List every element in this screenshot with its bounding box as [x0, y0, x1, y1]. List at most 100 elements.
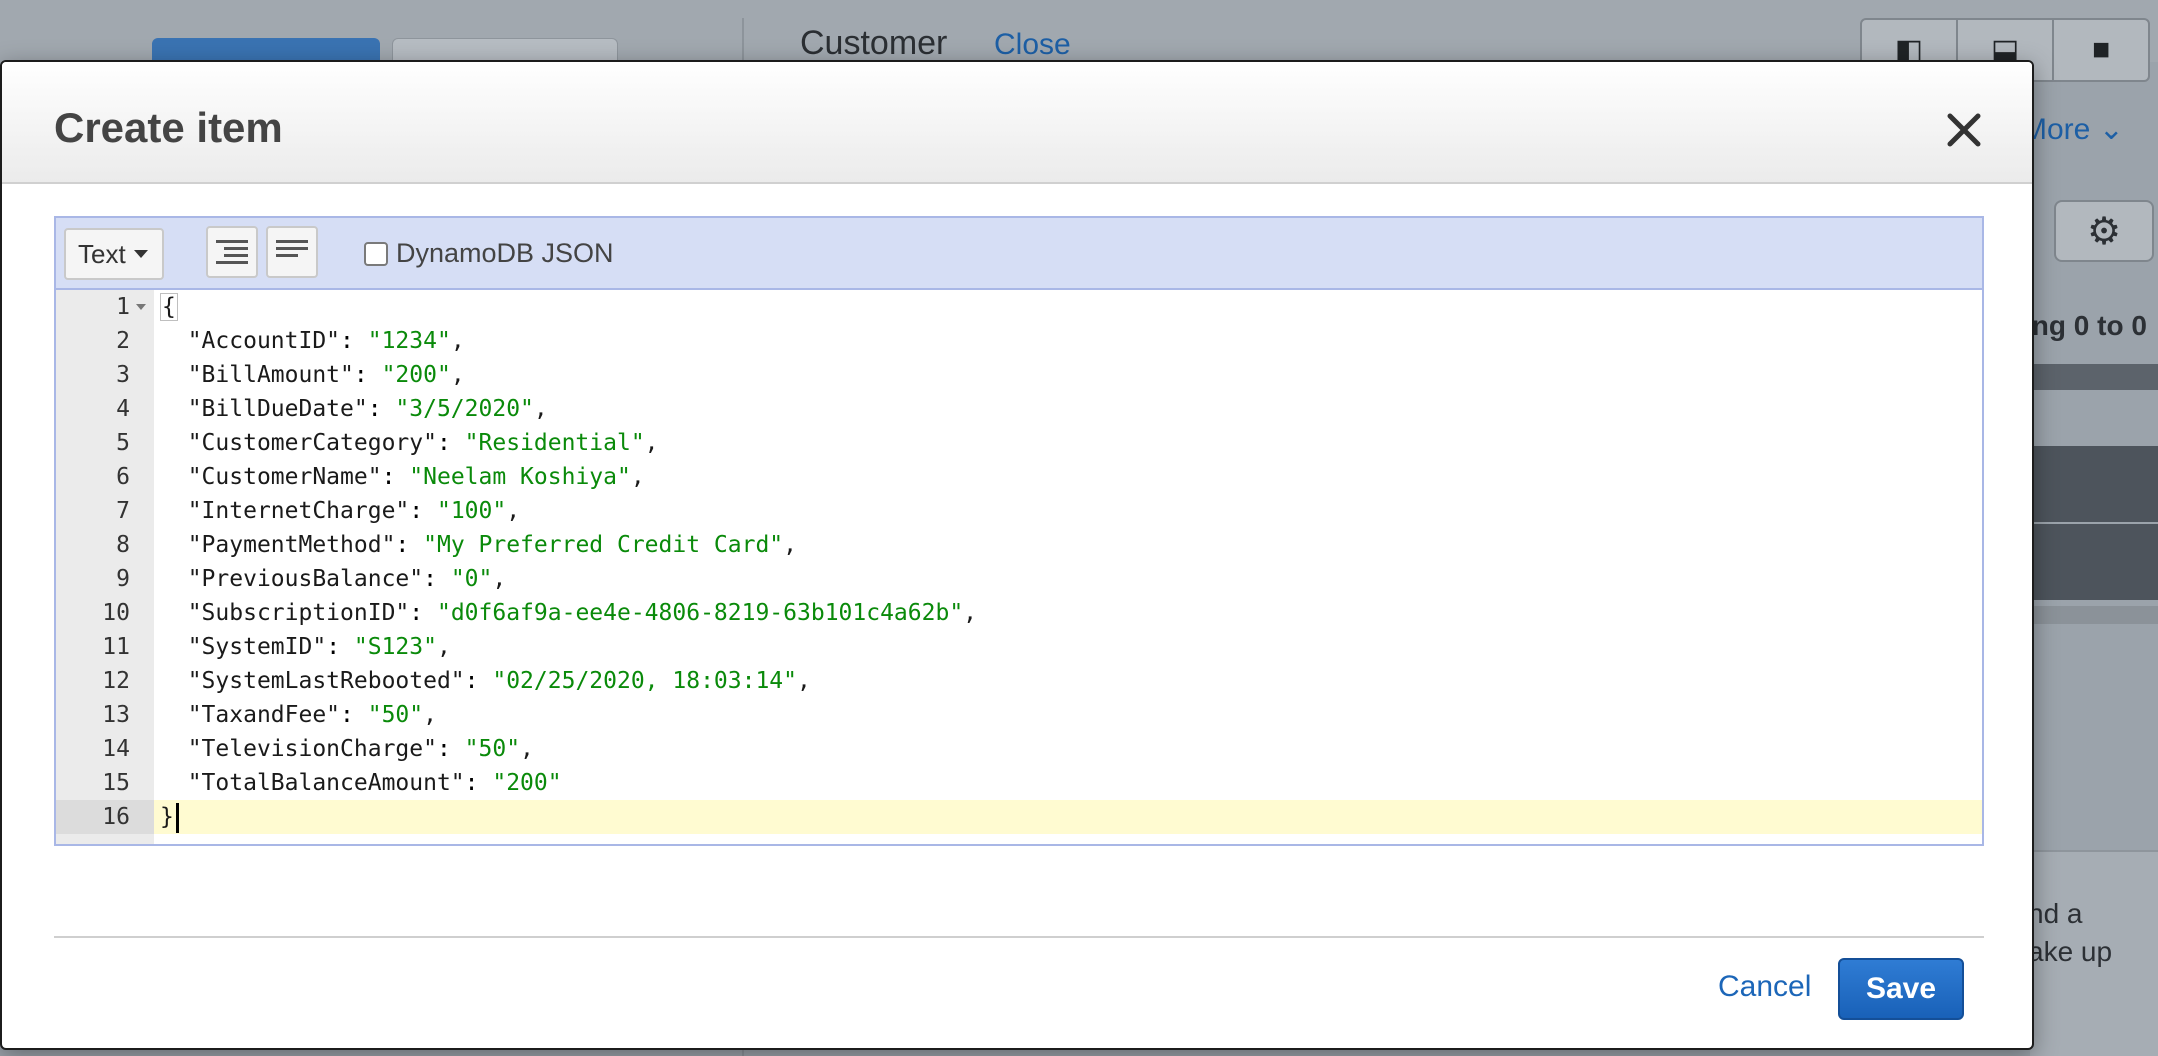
line-number: 1: [116, 294, 130, 320]
background-table-footer: [2030, 606, 2158, 624]
code-line: 5 "CustomerCategory": "Residential",: [56, 426, 1982, 460]
code-line: 15 "TotalBalanceAmount": "200": [56, 766, 1982, 800]
chevron-down-icon: ⌄: [2098, 113, 2124, 146]
code-line: 3 "BillAmount": "200",: [56, 358, 1982, 392]
side-text-line: nd a: [2028, 898, 2083, 929]
json-editor[interactable]: Text DynamoDB JSON 1 {2 "AccountID": "1…: [54, 216, 1984, 846]
json-key: "PreviousBalance": [187, 566, 424, 592]
code-text: "TelevisionCharge": "50",: [187, 736, 534, 762]
code-text: "SystemLastRebooted": "02/25/2020, 18:03…: [187, 668, 811, 694]
code-line: 6 "CustomerName": "Neelam Koshiya",: [56, 460, 1982, 494]
code-area[interactable]: 1{2 "AccountID": "1234", 3 "BillAmount": …: [56, 290, 1982, 844]
line-number: 15: [102, 770, 130, 796]
line-number: 8: [116, 532, 130, 558]
line-number: 7: [116, 498, 130, 524]
json-key: "CustomerName": [187, 464, 382, 490]
code-text: "SubscriptionID": "d0f6af9a-ee4e-4806-82…: [187, 600, 978, 626]
dialog-title: Create item: [54, 104, 283, 151]
json-comma: ,: [963, 600, 978, 626]
format-code-button[interactable]: [206, 226, 258, 278]
json-key: "TaxandFee": [187, 702, 341, 728]
json-comma: ,: [436, 634, 451, 660]
line-number: 13: [102, 702, 130, 728]
code-text: "TotalBalanceAmount": "200": [187, 770, 562, 796]
line-number: 2: [116, 328, 130, 354]
fold-toggle-icon[interactable]: [136, 304, 146, 310]
json-brace: }: [160, 804, 174, 830]
code-text: "PaymentMethod": "My Preferred Credit Ca…: [187, 532, 798, 558]
json-key: "PaymentMethod": [187, 532, 396, 558]
dynamodb-json-checkbox[interactable]: [364, 242, 388, 266]
code-text: "CustomerCategory": "Residential",: [187, 430, 659, 456]
json-comma: ,: [506, 498, 521, 524]
editor-mode-label: Text: [78, 238, 126, 269]
editor-mode-dropdown[interactable]: Text: [64, 228, 164, 280]
json-value: "100": [436, 498, 507, 524]
code-line: 8 "PaymentMethod": "My Preferred Credit …: [56, 528, 1982, 562]
compact-code-button[interactable]: [266, 226, 318, 278]
code-line: 13 "TaxandFee": "50",: [56, 698, 1982, 732]
code-text: "PreviousBalance": "0",: [187, 566, 507, 592]
line-number: 10: [102, 600, 130, 626]
json-comma: ,: [450, 362, 465, 388]
code-line: 9 "PreviousBalance": "0",: [56, 562, 1982, 596]
json-key: "TelevisionCharge": [187, 736, 437, 762]
editor-toolbar: Text DynamoDB JSON: [56, 218, 1982, 290]
code-line: 2 "AccountID": "1234",: [56, 324, 1982, 358]
line-number: 9: [116, 566, 130, 592]
format-align-icon: [216, 240, 248, 264]
json-key: "BillAmount": [187, 362, 354, 388]
caret-down-icon: [133, 250, 148, 258]
save-button[interactable]: Save: [1838, 958, 1964, 1020]
background-settings-button: ⚙: [2054, 200, 2154, 262]
close-icon[interactable]: [1944, 110, 1984, 150]
side-text-line: ake up: [2028, 936, 2113, 967]
dialog-header: Create item: [2, 62, 2032, 184]
code-text: {: [160, 290, 178, 324]
line-number: 6: [116, 464, 130, 490]
json-comma: ,: [644, 430, 659, 456]
line-number: 11: [102, 634, 130, 660]
dynamodb-json-label: DynamoDB JSON: [396, 238, 614, 268]
compact-align-icon: [276, 240, 308, 257]
background-table-header: [2030, 364, 2158, 390]
json-comma: ,: [423, 702, 437, 728]
code-line: 16}: [56, 800, 1982, 834]
json-value: "200": [381, 362, 451, 388]
code-text: "SystemID": "S123",: [187, 634, 451, 660]
background-side-text: nd a ake up: [2028, 895, 2112, 971]
line-number: 16: [102, 804, 130, 830]
background-table-row: [2030, 524, 2158, 600]
code-text: "InternetCharge": "100",: [187, 498, 521, 524]
code-line: 7 "InternetCharge": "100",: [56, 494, 1982, 528]
json-value: "S123": [353, 634, 437, 660]
json-comma: ,: [533, 396, 548, 422]
code-line: 1{: [56, 290, 1982, 324]
json-value: "50": [464, 736, 521, 762]
json-comma: ,: [520, 736, 534, 762]
gear-icon: ⚙: [2086, 210, 2122, 253]
json-brace: {: [160, 293, 178, 321]
line-number: 4: [116, 396, 130, 422]
text-cursor: [175, 802, 179, 833]
json-key: "SystemLastRebooted": [187, 668, 465, 694]
json-comma: ,: [783, 532, 798, 558]
code-text: "AccountID": "1234",: [187, 328, 465, 354]
background-more-link: More ⌄: [2022, 112, 2124, 147]
full-view-icon: ■: [2091, 33, 2111, 66]
json-key: "CustomerCategory": [187, 430, 437, 456]
line-number: 3: [116, 362, 130, 388]
json-value: "Neelam Koshiya": [409, 464, 631, 490]
json-value: "3/5/2020": [395, 396, 534, 422]
json-key: "SystemID": [187, 634, 327, 660]
json-key: "SubscriptionID": [187, 600, 410, 626]
json-key: "TotalBalanceAmount": [187, 770, 465, 796]
cancel-button[interactable]: Cancel: [1718, 970, 1811, 1004]
code-line: 12 "SystemLastRebooted": "02/25/2020, 18…: [56, 664, 1982, 698]
json-value: "Residential": [464, 430, 645, 456]
json-key: "BillDueDate": [187, 396, 368, 422]
code-text: "BillDueDate": "3/5/2020",: [187, 396, 548, 422]
json-value: "d0f6af9a-ee4e-4806-8219-63b101c4a62b": [436, 600, 964, 626]
code-line: 4 "BillDueDate": "3/5/2020",: [56, 392, 1982, 426]
code-text: "TaxandFee": "50",: [187, 702, 437, 728]
